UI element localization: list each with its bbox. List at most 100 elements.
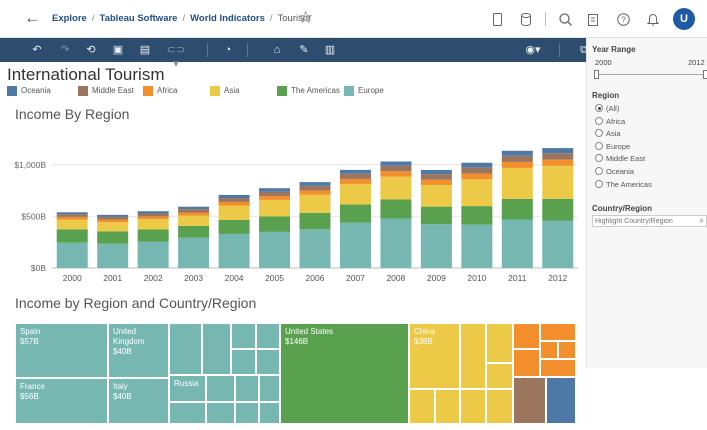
- stacked-bar-segment[interactable]: [420, 174, 452, 180]
- stacked-bar-segment[interactable]: [380, 165, 412, 172]
- income-by-region-chart[interactable]: $0B $500B $1,000B 2000 2001 2002 2003 2004 2005 2…: [0, 127, 582, 297]
- treemap-cell[interactable]: [486, 363, 513, 389]
- stacked-bar-segment[interactable]: [97, 222, 129, 232]
- treemap-cell[interactable]: [546, 377, 576, 424]
- stacked-bar-segment[interactable]: [97, 214, 129, 217]
- legend-item[interactable]: The Americas: [277, 86, 340, 96]
- stacked-bar-segment[interactable]: [259, 199, 291, 217]
- treemap-cell[interactable]: [206, 402, 235, 424]
- stacked-bar-segment[interactable]: [299, 190, 331, 195]
- treemap-cell[interactable]: [235, 402, 259, 424]
- stacked-bar-segment[interactable]: [542, 148, 574, 154]
- stacked-bar-segment[interactable]: [299, 212, 331, 230]
- treemap-cell[interactable]: [256, 323, 280, 349]
- stacked-bar-segment[interactable]: [339, 222, 371, 268]
- avatar[interactable]: U: [673, 8, 695, 30]
- stacked-bar-segment[interactable]: [137, 229, 169, 242]
- stacked-bar-segment[interactable]: [380, 199, 412, 219]
- treemap-cell[interactable]: [540, 341, 558, 359]
- treemap-cell[interactable]: [540, 359, 576, 377]
- breadcrumb-workbook[interactable]: World Indicators: [190, 13, 265, 24]
- stacked-bar-segment[interactable]: [97, 243, 129, 268]
- legend-item[interactable]: Middle East: [78, 86, 134, 96]
- treemap-cell[interactable]: [558, 341, 576, 359]
- stacked-bar-segment[interactable]: [461, 179, 493, 207]
- treemap-cell-united-kingdom[interactable]: United Kingdom $40B: [108, 323, 169, 378]
- revert-icon[interactable]: ⟲: [84, 43, 98, 57]
- stacked-bar-segment[interactable]: [542, 165, 574, 199]
- undo-icon[interactable]: ↶: [30, 43, 44, 57]
- treemap-cell[interactable]: [486, 323, 513, 363]
- treemap-cell[interactable]: [202, 323, 231, 375]
- slider-handle-min[interactable]: [594, 70, 599, 79]
- slider-handle-max[interactable]: [703, 70, 707, 79]
- treemap-cell-spain[interactable]: Spain $57B: [15, 323, 108, 378]
- stacked-bar-segment[interactable]: [380, 218, 412, 268]
- save-icon[interactable]: ▣: [111, 43, 125, 57]
- stacked-bar-segment[interactable]: [339, 169, 371, 174]
- stacked-bar-segment[interactable]: [178, 206, 210, 210]
- stacked-bar-segment[interactable]: [56, 242, 88, 268]
- stacked-bar-segment[interactable]: [56, 214, 88, 217]
- stacked-bar-segment[interactable]: [218, 194, 250, 199]
- year-range-slider[interactable]: [597, 74, 705, 75]
- view-mode-icon[interactable]: ◉▾: [522, 43, 544, 57]
- stacked-bar-segment[interactable]: [218, 201, 250, 206]
- treemap-cell[interactable]: [231, 323, 256, 349]
- treemap-cell[interactable]: [513, 323, 540, 349]
- region-option[interactable]: Asia: [595, 129, 621, 138]
- stacked-bar-segment[interactable]: [56, 219, 88, 230]
- toggle-icon[interactable]: ⊂⊃ ▾: [163, 43, 189, 70]
- legend-item[interactable]: Oceania: [7, 86, 51, 96]
- stacked-bar-segment[interactable]: [461, 206, 493, 225]
- treemap-cell-russia[interactable]: Russia: [169, 375, 206, 402]
- show-me-icon[interactable]: ✎: [297, 43, 311, 57]
- region-option[interactable]: Middle East: [595, 154, 645, 163]
- stacked-bar-segment[interactable]: [178, 212, 210, 216]
- region-option[interactable]: Africa: [595, 116, 625, 126]
- stacked-bar-segment[interactable]: [339, 173, 371, 179]
- notifications-icon[interactable]: [647, 13, 659, 26]
- treemap-cell-china[interactable]: China $38B: [409, 323, 460, 389]
- stacked-bar-segment[interactable]: [542, 220, 574, 268]
- treemap-cell[interactable]: [259, 375, 280, 402]
- radio-button[interactable]: [595, 179, 603, 188]
- breadcrumb-project[interactable]: Tableau Software: [100, 13, 178, 24]
- stacked-bar-segment[interactable]: [218, 233, 250, 268]
- stacked-bar-segment[interactable]: [218, 205, 250, 221]
- stacked-bar-segment[interactable]: [299, 185, 331, 191]
- treemap-cell[interactable]: [256, 349, 280, 375]
- stacked-bar-segment[interactable]: [218, 198, 250, 202]
- legend-item[interactable]: Europe: [344, 86, 384, 96]
- radio-button[interactable]: [595, 129, 603, 138]
- stacked-bar-segment[interactable]: [501, 161, 533, 168]
- treemap-cell[interactable]: [540, 323, 576, 341]
- stacked-bar-segment[interactable]: [299, 229, 331, 268]
- treemap-cell[interactable]: [206, 375, 235, 402]
- stacked-bar-segment[interactable]: [420, 169, 452, 175]
- stacked-bar-segment[interactable]: [178, 215, 210, 226]
- stacked-bar-segment[interactable]: [97, 219, 129, 223]
- income-treemap[interactable]: Spain $57B United Kingdom $40B France $56B …: [15, 323, 576, 424]
- stacked-bar-segment[interactable]: [420, 224, 452, 268]
- stacked-bar-segment[interactable]: [56, 229, 88, 243]
- stacked-bar-segment[interactable]: [501, 167, 533, 199]
- stacked-bar-segment[interactable]: [542, 198, 574, 221]
- treemap-cell[interactable]: [460, 389, 486, 424]
- country-highlight-search[interactable]: ⌕: [592, 215, 707, 227]
- treemap-cell[interactable]: [435, 389, 460, 424]
- treemap-cell[interactable]: [409, 389, 435, 424]
- radio-button[interactable]: [595, 154, 603, 163]
- pause-updates-icon[interactable]: ◔: [221, 43, 235, 57]
- radio-button[interactable]: [595, 141, 603, 150]
- stacked-bar-segment[interactable]: [259, 195, 291, 200]
- search-input[interactable]: [595, 216, 695, 226]
- region-option[interactable]: The Americas: [595, 179, 652, 189]
- stacked-bar-segment[interactable]: [56, 212, 88, 215]
- new-workbook-icon[interactable]: [588, 13, 599, 26]
- treemap-cell[interactable]: [231, 349, 256, 375]
- stacked-bar-segment[interactable]: [501, 155, 533, 162]
- stacked-bar-segment[interactable]: [461, 173, 493, 180]
- treemap-cell[interactable]: [259, 402, 280, 424]
- stacked-bar-segment[interactable]: [299, 194, 331, 213]
